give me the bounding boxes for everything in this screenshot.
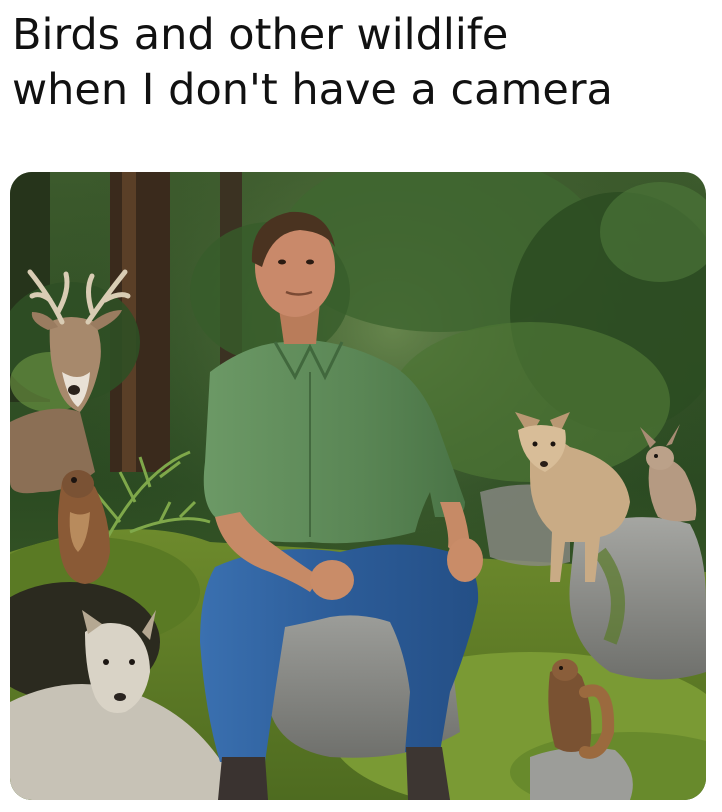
caption-line-2: when I don't have a camera xyxy=(12,65,613,115)
meme-caption: Birds and other wildlife when I don't ha… xyxy=(12,8,712,118)
meme-post: Birds and other wildlife when I don't ha… xyxy=(0,0,722,812)
caption-line-1: Birds and other wildlife xyxy=(12,10,509,60)
meme-photo xyxy=(10,172,706,800)
